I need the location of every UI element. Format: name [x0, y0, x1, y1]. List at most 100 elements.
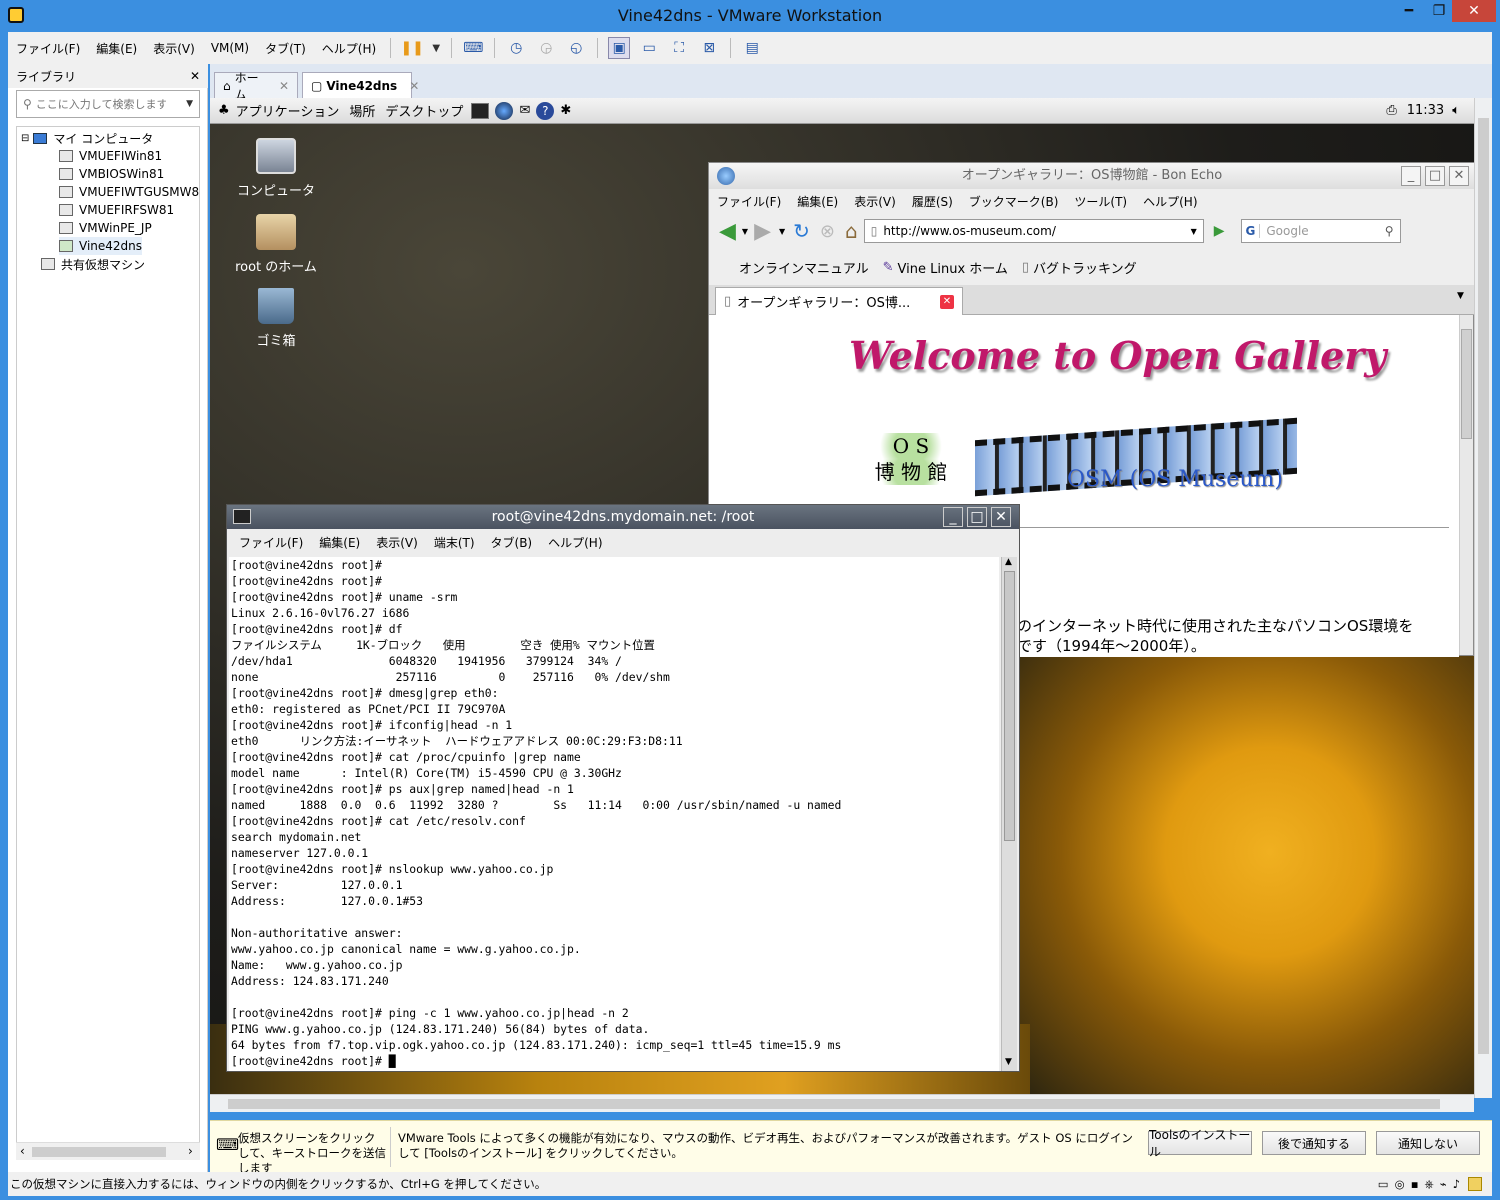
- close-tab-icon[interactable]: ✕: [940, 294, 954, 309]
- guest-desktop[interactable]: コンピュータ root のホーム ゴミ箱 オープンギャラリー：OS博物館 - B…: [210, 124, 1474, 1094]
- tree-item-my-computer[interactable]: ⊟ マイ コンピュータ: [21, 129, 153, 147]
- terminal-output[interactable]: [root@vine42dns root]# [root@vine42dns r…: [229, 557, 999, 1071]
- vm-console[interactable]: ♣ アプリケーション 場所 デスクトップ ✉ ? ✱ ⎙ 11:33 🔈︎ コン…: [210, 98, 1474, 1094]
- menu-edit[interactable]: 編集(E): [88, 40, 145, 57]
- menu-vm[interactable]: VM(M): [203, 41, 257, 55]
- browser-menu-history[interactable]: 履歴(S): [904, 193, 961, 210]
- browser-launcher-icon[interactable]: [495, 101, 514, 120]
- scroll-right-icon[interactable]: ›: [188, 1144, 193, 1158]
- close-button[interactable]: ✕: [1449, 166, 1469, 186]
- console-view-icon[interactable]: ▤: [741, 37, 763, 59]
- terminal-menu-help[interactable]: ヘルプ(H): [540, 534, 610, 551]
- back-icon[interactable]: ◀: [719, 219, 736, 244]
- panel-desktop[interactable]: デスクトップ: [385, 101, 463, 120]
- never-notify-button[interactable]: 通知しない: [1376, 1131, 1480, 1155]
- printer-icon[interactable]: ⎙: [1386, 103, 1396, 118]
- terminal-menu-terminal[interactable]: 端末(T): [426, 534, 483, 551]
- bug-launcher-icon[interactable]: ✱: [560, 103, 571, 118]
- search-box[interactable]: G Google ⚲: [1240, 219, 1401, 243]
- minimize-button[interactable]: ━: [1392, 0, 1426, 22]
- send-keys-icon[interactable]: ⌨: [462, 37, 484, 59]
- scroll-thumb[interactable]: [32, 1147, 166, 1157]
- menu-tab[interactable]: タブ(T): [257, 40, 314, 57]
- browser-menu-edit[interactable]: 編集(E): [789, 193, 846, 210]
- library-scrollbar[interactable]: ‹ ›: [16, 1142, 200, 1160]
- reload-icon[interactable]: ↻: [793, 219, 810, 243]
- forward-icon[interactable]: ▶: [754, 219, 771, 244]
- terminal-menu-edit[interactable]: 編集(E): [311, 534, 368, 551]
- console-vertical-scrollbar[interactable]: [1474, 98, 1492, 1098]
- terminal-window[interactable]: root@vine42dns.mydomain.net: /root _ □ ✕…: [226, 504, 1020, 1072]
- volume-icon[interactable]: 🔈︎: [1452, 103, 1460, 118]
- chevron-down-icon[interactable]: ▼: [186, 99, 193, 109]
- remind-later-button[interactable]: 後で通知する: [1262, 1131, 1366, 1155]
- console-horizontal-scrollbar[interactable]: [210, 1094, 1474, 1112]
- scroll-thumb[interactable]: [1461, 329, 1472, 439]
- close-button[interactable]: ✕: [1452, 0, 1496, 22]
- desktop-icon-computer[interactable]: コンピュータ: [226, 138, 326, 199]
- go-icon[interactable]: ▶: [1214, 223, 1225, 239]
- scroll-thumb[interactable]: [1478, 118, 1489, 1054]
- foot-icon[interactable]: ♣: [218, 103, 230, 118]
- scroll-down-icon[interactable]: ▼: [1005, 1057, 1012, 1067]
- browser-tab[interactable]: ▯ オープンギャラリー：OS博... ✕: [715, 287, 963, 315]
- terminal-scrollbar[interactable]: ▲ ▼: [1001, 557, 1017, 1071]
- mail-launcher-icon[interactable]: ✉: [519, 103, 530, 118]
- browser-menu-view[interactable]: 表示(V): [846, 193, 904, 210]
- terminal-launcher-icon[interactable]: [471, 102, 490, 119]
- browser-menu-tools[interactable]: ツール(T): [1066, 193, 1135, 210]
- help-launcher-icon[interactable]: ?: [536, 101, 555, 120]
- minimize-button[interactable]: _: [1401, 166, 1421, 186]
- maximize-button[interactable]: □: [1425, 166, 1445, 186]
- usb-icon[interactable]: ⌁: [1440, 1177, 1447, 1191]
- home-icon[interactable]: ⌂: [845, 219, 858, 243]
- browser-scrollbar[interactable]: [1459, 315, 1473, 655]
- scroll-thumb[interactable]: [228, 1099, 1440, 1109]
- terminal-menu-file[interactable]: ファイル(F): [231, 534, 311, 551]
- search-icon[interactable]: ⚲: [1385, 224, 1394, 238]
- snapshot-icon[interactable]: ◷: [505, 37, 527, 59]
- tree-item-vm[interactable]: VMUEFIWin81: [59, 147, 162, 165]
- thumbnail-bar-icon[interactable]: ▭: [638, 37, 660, 59]
- unity-icon[interactable]: ⊠: [698, 37, 720, 59]
- close-icon[interactable]: ✕: [409, 79, 419, 93]
- cdrom-icon[interactable]: ◎: [1395, 1177, 1405, 1191]
- close-button[interactable]: ✕: [991, 507, 1011, 527]
- tree-item-vm[interactable]: VMBIOSWin81: [59, 165, 164, 183]
- desktop-icon-home[interactable]: root のホーム: [226, 214, 326, 275]
- network-icon[interactable]: ⎈: [1425, 1177, 1434, 1192]
- tab-vine42dns[interactable]: ▢ Vine42dns ✕: [302, 72, 419, 98]
- tree-item-vm[interactable]: VMWinPE_JP: [59, 219, 152, 237]
- close-icon[interactable]: ✕: [279, 79, 289, 93]
- panel-clock[interactable]: 11:33: [1407, 103, 1444, 118]
- collapse-icon[interactable]: ⊟: [21, 133, 29, 144]
- floppy-icon[interactable]: ▪: [1411, 1177, 1419, 1191]
- bookmark-bugtracking[interactable]: バグトラッキング: [1033, 258, 1137, 277]
- tree-item-vm[interactable]: VMUEFIRFSW81: [59, 201, 174, 219]
- tab-home[interactable]: ⌂ ホーム ✕: [214, 71, 298, 102]
- desktop-icon-trash[interactable]: ゴミ箱: [226, 288, 326, 349]
- show-library-icon[interactable]: ▣: [608, 37, 631, 59]
- bookmark-manual[interactable]: オンラインマニュアル: [739, 258, 869, 277]
- hdd-icon[interactable]: ▭: [1378, 1177, 1389, 1191]
- tree-item-shared[interactable]: 共有仮想マシン: [41, 255, 145, 273]
- chevron-down-icon[interactable]: ▼: [779, 227, 785, 236]
- scroll-left-icon[interactable]: ‹: [20, 1144, 25, 1158]
- sound-icon[interactable]: ♪: [1453, 1177, 1460, 1191]
- browser-menu-file[interactable]: ファイル(F): [709, 193, 789, 210]
- library-search-input[interactable]: [35, 97, 166, 111]
- bookmark-vine-home[interactable]: Vine Linux ホーム: [898, 258, 1008, 277]
- menu-help[interactable]: ヘルプ(H): [314, 40, 384, 57]
- close-icon[interactable]: ✕: [190, 69, 200, 83]
- chevron-down-icon[interactable]: ▼: [742, 227, 748, 236]
- scroll-thumb[interactable]: [1004, 571, 1015, 841]
- maximize-button[interactable]: □: [967, 507, 987, 527]
- message-icon[interactable]: [1468, 1177, 1482, 1191]
- tab-list-icon[interactable]: ▼: [1457, 291, 1464, 301]
- terminal-menu-tabs[interactable]: タブ(B): [483, 534, 541, 551]
- menu-file[interactable]: ファイル(F): [8, 40, 88, 57]
- chevron-down-icon[interactable]: ▼: [431, 37, 441, 59]
- url-bar[interactable]: ▯ http://www.os-museum.com/ ▼: [863, 219, 1204, 243]
- chevron-down-icon[interactable]: ▼: [1191, 227, 1197, 236]
- tree-item-vm-selected[interactable]: Vine42dns: [59, 237, 143, 255]
